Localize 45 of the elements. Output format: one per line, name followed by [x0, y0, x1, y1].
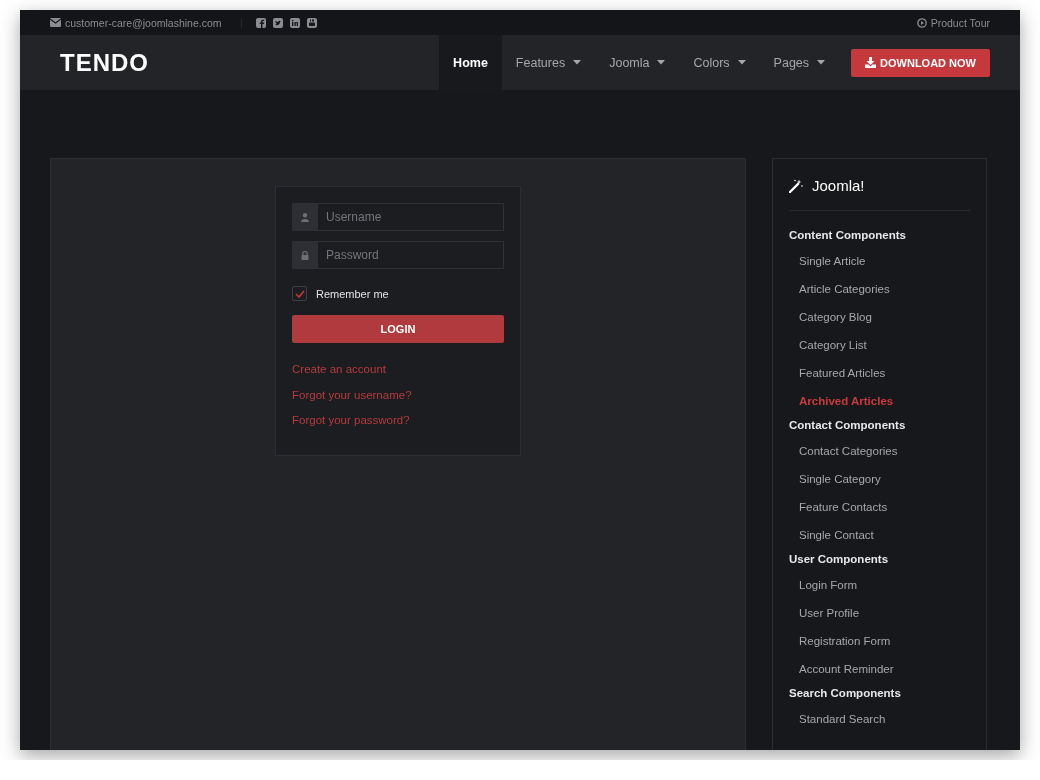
- username-field[interactable]: Username: [318, 203, 504, 231]
- menu-item[interactable]: Account Reminder: [789, 655, 970, 683]
- menu-item[interactable]: User Profile: [789, 599, 970, 627]
- menu-item[interactable]: Single Contact: [789, 521, 970, 549]
- youtube-icon[interactable]: [306, 17, 317, 28]
- menu-item[interactable]: Article Categories: [789, 275, 970, 303]
- lock-icon: [301, 250, 309, 260]
- email-link[interactable]: customer-care@joomlashine.com: [65, 16, 222, 29]
- facebook-icon[interactable]: [255, 17, 266, 28]
- product-tour-link[interactable]: Product Tour: [930, 16, 990, 29]
- logo[interactable]: TENDO: [60, 48, 440, 77]
- menu-item[interactable]: Login Form: [789, 571, 970, 599]
- menu-item[interactable]: Single Article: [789, 247, 970, 275]
- menu-item[interactable]: Category Blog: [789, 303, 970, 331]
- menu-heading[interactable]: Search Components: [789, 683, 970, 705]
- play-icon: [916, 17, 927, 28]
- menu-item[interactable]: Registration Form: [789, 627, 970, 655]
- nav-item[interactable]: Pages: [759, 35, 840, 90]
- menu-heading[interactable]: User Components: [789, 549, 970, 571]
- menu-heading[interactable]: Content Components: [789, 225, 970, 247]
- menu-item[interactable]: Feature Contacts: [789, 493, 970, 521]
- password-field[interactable]: Password: [318, 241, 504, 269]
- menu-item[interactable]: Contact Categories: [789, 437, 970, 465]
- menu-item[interactable]: Category List: [789, 331, 970, 359]
- user-icon: [301, 212, 309, 222]
- download-icon: [865, 57, 877, 68]
- login-button[interactable]: LOGIN: [292, 315, 504, 343]
- envelope-icon: [50, 18, 61, 27]
- sidebar-title: Joomla!: [812, 177, 865, 194]
- menu-item[interactable]: Standard Search: [789, 705, 970, 733]
- nav-item[interactable]: Features: [501, 35, 596, 90]
- menu-heading[interactable]: Contact Components: [789, 415, 970, 437]
- remember-checkbox[interactable]: [292, 286, 307, 301]
- nav-item[interactable]: Colors: [679, 35, 760, 90]
- remember-label: Remember me: [316, 287, 389, 300]
- menu-item[interactable]: Featured Articles: [789, 359, 970, 387]
- magic-wand-icon: [789, 178, 803, 193]
- linkedin-icon[interactable]: [289, 17, 300, 28]
- twitter-icon[interactable]: [272, 17, 283, 28]
- download-button[interactable]: DOWNLOAD NOW: [851, 48, 990, 77]
- check-icon: [294, 289, 305, 298]
- nav-item[interactable]: Joomla: [595, 35, 680, 90]
- menu-item[interactable]: Single Category: [789, 465, 970, 493]
- menu-item[interactable]: Archived Articles: [789, 387, 970, 415]
- nav-item[interactable]: Home: [439, 35, 502, 90]
